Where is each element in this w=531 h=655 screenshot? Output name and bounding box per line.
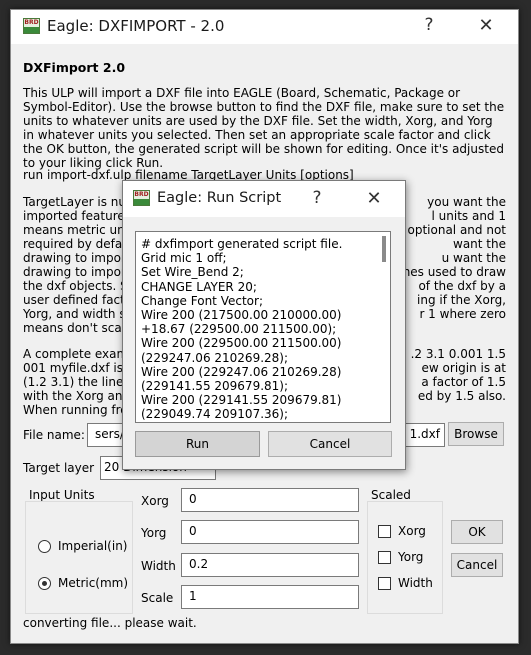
target-layer-line-start: required by defau [23,237,130,251]
script-line[interactable]: CHANGE LAYER 20; [141,280,376,294]
scaled-yorg-label[interactable]: Yorg [398,550,423,564]
target-layer-line-start: drawing to import [23,251,131,265]
script-line[interactable]: (229247.06 210269.28); [141,351,376,365]
example-line-end: a factor of 1.5 [421,375,506,389]
yorg-label: Yorg [141,526,167,540]
scaled-group: Xorg Yorg Width [367,501,443,614]
run-script-close-button[interactable]: ✕ [360,188,388,209]
script-text[interactable]: # dxfimport generated script file. Grid m… [141,237,376,422]
target-layer-line-end: l units and 1 [431,209,507,223]
run-script-app-icon: BRD [133,190,150,206]
run-script-cancel-button[interactable]: Cancel [268,431,392,457]
ok-button[interactable]: OK [451,520,503,544]
example-line-start: (1.2 3.1) the linew [23,375,134,389]
imperial-radio[interactable] [38,540,51,553]
run-script-title: Eagle: Run Script [157,190,282,206]
help-button[interactable]: ? [416,15,442,35]
width-input[interactable]: 0.2 [181,553,359,577]
target-layer-line-end: want the [453,237,506,251]
metric-radio[interactable] [38,577,51,590]
example-line-end: .2 3.1 0.001 1.5 [410,347,506,361]
status-text: converting file... please wait. [23,616,197,630]
target-layer-line-start: TargetLayer is num [23,195,138,209]
scale-input[interactable]: 1 [181,585,359,609]
script-editor[interactable]: # dxfimport generated script file. Grid m… [135,231,391,423]
target-layer-line-end: r 1 where zero [419,307,506,321]
target-layer-line-end: u want the [441,251,506,265]
cancel-button[interactable]: Cancel [451,553,503,577]
input-units-title: Input Units [29,488,95,502]
browse-button[interactable]: Browse [448,422,504,446]
example-line-start: When running fro [23,403,128,417]
target-layer-line-start: Yorg, and width s [23,307,126,321]
target-layer-line-end: ing if the Xorg, [417,293,506,307]
target-layer-line-end: e optional and not [396,223,506,237]
target-layer-line-end: you want the [427,195,506,209]
metric-label[interactable]: Metric(mm) [58,576,128,590]
script-line[interactable]: Wire 200 (229141.55 209679.81) [141,393,376,407]
example-line-start: A complete examp [23,347,136,361]
xorg-input[interactable]: 0 [181,488,359,512]
target-layer-line-start: drawing to import [23,265,131,279]
xorg-label: Xorg [141,494,169,508]
yorg-input[interactable]: 0 [181,520,359,544]
imperial-label[interactable]: Imperial(in) [58,539,128,553]
script-line[interactable]: Change Font Vector; [141,294,376,308]
script-line[interactable]: Wire 200 (217500.00 210000.00) [141,308,376,322]
file-name-value-end: 1.dxf [409,427,440,441]
script-line[interactable]: Wire 200 (229247.06 210269.28) [141,365,376,379]
target-layer-line-end: nes used to draw [402,265,506,279]
target-layer-line-start: means metric unit [23,223,133,237]
script-line[interactable]: (229049.74 209107.36); [141,407,376,421]
scaled-xorg-label[interactable]: Xorg [398,524,426,538]
script-line[interactable]: Grid mic 1 off; [141,251,376,265]
app-icon-text: BRD [24,19,39,26]
scaled-yorg-checkbox[interactable] [378,551,391,564]
app-icon: BRD [23,18,40,34]
target-layer-line-start: means don't scale [23,321,133,335]
run-script-title-bar[interactable]: BRD Eagle: Run Script ? ✕ [123,181,405,217]
script-line[interactable]: (229141.55 209679.81); [141,379,376,393]
input-units-group: Imperial(in) Metric(mm) [25,501,133,614]
scaled-width-label[interactable]: Width [398,576,433,590]
scaled-width-checkbox[interactable] [378,577,391,590]
script-scrollbar[interactable] [382,236,386,262]
window-title: Eagle: DXFIMPORT - 2.0 [47,17,225,35]
run-button[interactable]: Run [135,431,260,457]
script-line[interactable]: +18.67 (229500.00 211500.00); [141,322,376,336]
script-line[interactable]: Wire 200 (229500.00 211500.00) [141,336,376,350]
description-text: This ULP will import a DXF file into EAG… [23,86,505,170]
dialog-heading: DXFimport 2.0 [23,60,126,75]
run-script-help-button[interactable]: ? [305,188,329,208]
target-layer-label: Target layer [23,461,95,475]
scaled-xorg-checkbox[interactable] [378,525,391,538]
target-layer-line-end: of the dxf by a [418,279,506,293]
file-name-label: File name: [23,428,85,442]
run-script-dialog: BRD Eagle: Run Script ? ✕ # dxfimport ge… [122,180,406,470]
scale-label: Scale [141,591,174,605]
example-line-end: ed by 1.5 also. [417,389,506,403]
example-line-start: with the Xorg and [23,389,131,403]
target-layer-line-start: imported features [23,209,132,223]
target-layer-line-start: the dxf objects. S [23,279,128,293]
example-line-start: 001 myfile.dxf is b [23,361,135,375]
title-bar[interactable]: BRD Eagle: DXFIMPORT - 2.0 ? ✕ [11,10,518,44]
script-line[interactable]: # dxfimport generated script file. [141,237,376,251]
example-line-end: ew origin is at [421,361,506,375]
width-label: Width [141,559,176,573]
run-script-icon-text: BRD [134,191,149,198]
scaled-title: Scaled [371,488,411,502]
script-line[interactable]: Set Wire_Bend 2; [141,265,376,279]
close-button[interactable]: ✕ [472,15,500,36]
target-layer-line-start: user defined facto [23,293,133,307]
